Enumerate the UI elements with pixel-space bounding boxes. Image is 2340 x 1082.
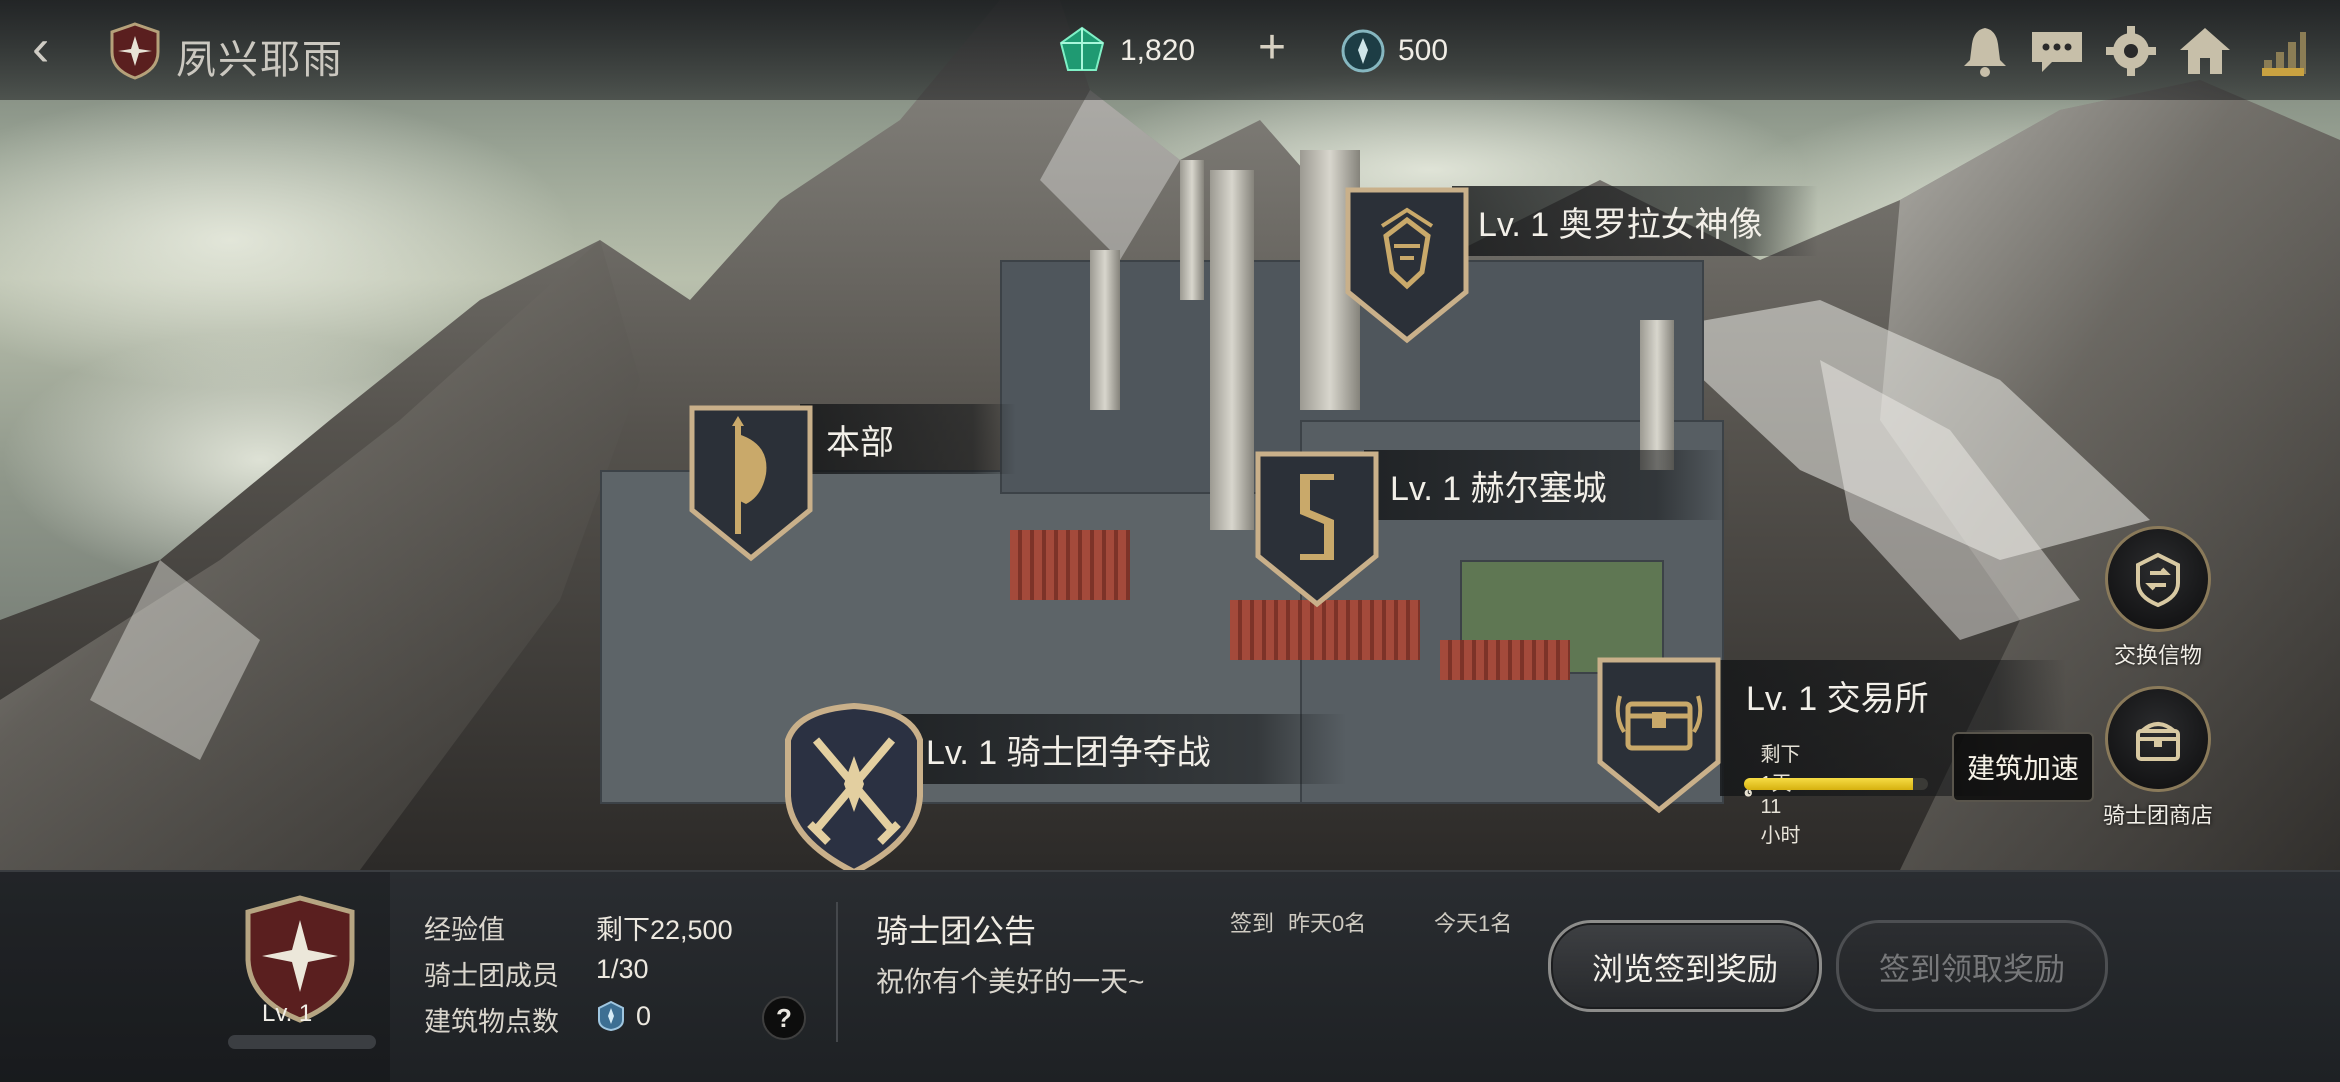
guild-level-bar [228, 1035, 376, 1049]
headquarters-banner-icon[interactable] [686, 404, 816, 564]
notice-title: 骑士团公告 [876, 913, 1037, 949]
guild-info-panel: Lv. 1 经验值 剩下22,500 骑士团成员 1/30 建筑物点数 0 ? … [0, 870, 2340, 1082]
building-points-label: 建筑物点数 [424, 1007, 559, 1037]
claim-checkin-rewards-button[interactable]: 签到领取奖励 [1836, 920, 2108, 1012]
exchange-token-icon [2105, 526, 2211, 632]
bell-icon[interactable] [1956, 22, 2014, 80]
guild-shop-caption: 骑士团商店 [2102, 803, 2213, 828]
exchange-timer-text: 剩下1天11小时 [1760, 744, 1801, 847]
members-label: 骑士团成员 [424, 961, 559, 991]
exchange-label: Lv. 1 交易所 [1746, 679, 1929, 718]
statue-label: Lv. 1 奥罗拉女神像 [1478, 205, 1763, 244]
token-currency: 500 [1340, 26, 1448, 76]
gem-count: 1,820 [1120, 34, 1196, 67]
guild-level: Lv. 1 [262, 1000, 313, 1027]
castle-label-plate: Lv. 1 赫尔塞城 [1364, 450, 1730, 520]
building-point-icon [598, 1000, 624, 1032]
exchange-items-button[interactable]: 交换信物 [2088, 526, 2228, 670]
shop-chest-icon [2105, 686, 2211, 792]
construction-progress-bar [1744, 778, 1928, 790]
divider [836, 902, 838, 1042]
exchange-label-plate: Lv. 1 交易所 [1720, 660, 2066, 730]
speed-up-button[interactable]: 建筑加速 [1952, 732, 2094, 802]
exchange-timer: 剩下1天11小时 [1744, 738, 1801, 848]
castle-emblem-icon[interactable] [1252, 450, 1382, 610]
help-button[interactable]: ? [762, 996, 806, 1040]
guild-emblem-icon [108, 22, 162, 80]
checkin-yesterday: 昨天0名 [1288, 911, 1367, 936]
back-arrow-icon[interactable]: ‹ [32, 22, 82, 76]
guild-shop-button[interactable]: 骑士团商店 [2088, 686, 2228, 830]
exchange-items-caption: 交换信物 [2113, 643, 2202, 668]
guild-war-label-plate: Lv. 1 骑士团争夺战 [900, 714, 1346, 784]
red-roof [1010, 530, 1130, 600]
guild-war-label: Lv. 1 骑士团争夺战 [926, 733, 1211, 772]
crossed-swords-icon[interactable] [780, 700, 928, 878]
treasure-chest-icon[interactable] [1594, 656, 1724, 816]
exp-value: 剩下22,500 [596, 915, 733, 945]
home-icon[interactable] [2176, 22, 2234, 80]
top-bar: ‹ 夙兴耶雨 1,820 + 500 [0, 0, 2340, 100]
gear-icon[interactable] [2102, 22, 2160, 80]
gem-currency: 1,820 [1056, 26, 1195, 76]
checkin-today: 今天1名 [1434, 911, 1513, 936]
exp-label: 经验值 [424, 915, 505, 945]
statue-label-plate: Lv. 1 奥罗拉女神像 [1452, 186, 1818, 256]
signal-icon [2258, 22, 2308, 80]
browse-checkin-rewards-button[interactable]: 浏览签到奖励 [1548, 920, 1822, 1012]
notice-text[interactable]: 祝你有个美好的一天~ [876, 960, 1144, 1000]
red-roof [1440, 640, 1570, 680]
hq-label-plate: 本部 [800, 404, 1016, 474]
add-currency-button[interactable]: + [1250, 24, 1294, 72]
goddess-statue-icon[interactable] [1342, 186, 1472, 346]
castle-label: Lv. 1 赫尔塞城 [1390, 469, 1607, 508]
token-count: 500 [1398, 34, 1449, 67]
building-points-number: 0 [636, 1000, 652, 1031]
members-value: 1/30 [596, 954, 649, 984]
construction-progress-fill [1744, 778, 1914, 790]
building-points-value: 0 [596, 1000, 651, 1032]
token-icon [1341, 29, 1385, 73]
tower [1090, 250, 1120, 410]
gem-icon [1059, 26, 1105, 71]
guild-name: 夙兴耶雨 [176, 38, 344, 82]
checkin-label: 签到 [1230, 911, 1275, 936]
tower [1180, 160, 1204, 300]
spire [1210, 170, 1254, 530]
chat-icon[interactable] [2028, 22, 2086, 80]
tower [1640, 320, 1674, 470]
hq-label: 本部 [826, 423, 894, 462]
